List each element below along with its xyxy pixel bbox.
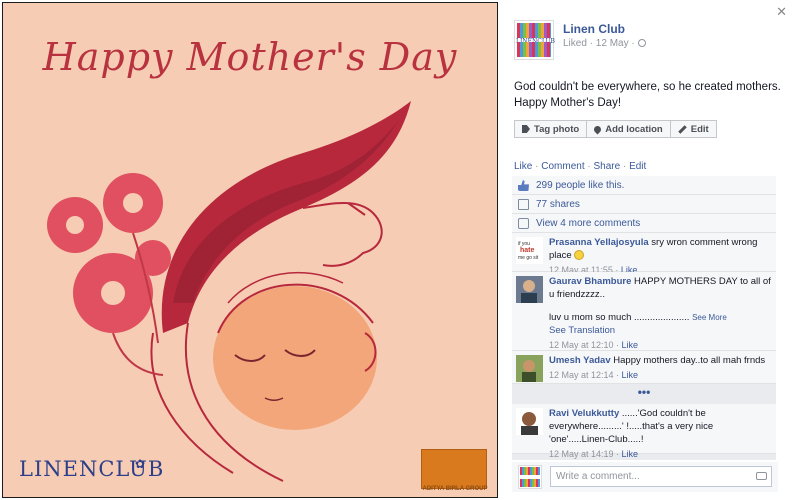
- commenter-name[interactable]: Prasanna Yellajosyula: [549, 237, 649, 248]
- post-meta-text: Liked · 12 May ·: [563, 38, 635, 49]
- shares-row[interactable]: 77 shares: [512, 195, 776, 214]
- page-name-link[interactable]: Linen Club: [563, 22, 625, 36]
- commenter-avatar[interactable]: [516, 276, 543, 303]
- post-meta: Liked · 12 May ·: [563, 38, 646, 49]
- commenter-avatar[interactable]: [516, 408, 543, 435]
- post-text: God couldn't be everywhere, so he create…: [514, 79, 786, 111]
- see-more-link[interactable]: See More: [692, 313, 727, 322]
- likes-count[interactable]: 299 people like this.: [536, 180, 624, 191]
- comment-timestamp: 12 May at 12:14 · Like: [549, 370, 639, 380]
- post-links: Like · Comment · Share · Edit: [514, 161, 647, 172]
- like-link[interactable]: Like: [514, 161, 532, 172]
- comment-composer: [512, 462, 778, 492]
- commenter-name[interactable]: Ravi Velukkutty: [549, 408, 619, 419]
- location-pin-icon: [592, 124, 603, 134]
- comment-item: if you hate me go sit Prasanna Yellajosyul…: [512, 233, 776, 275]
- page-avatar[interactable]: LINENCLUB: [514, 20, 555, 60]
- comment-timestamp: 12 May at 14:19 · Like: [549, 449, 639, 459]
- comment-item: Umesh Yadav Happy mothers day..to all ma…: [512, 351, 776, 384]
- globe-icon: [637, 39, 646, 47]
- frown-emoji-icon: [574, 250, 585, 260]
- commenter-name[interactable]: Umesh Yadav: [549, 355, 611, 366]
- likes-row[interactable]: 299 people like this.: [512, 176, 776, 195]
- svg-text:hate: hate: [520, 247, 535, 254]
- comments-panel: 299 people like this. 77 shares View 4 m…: [512, 176, 776, 460]
- commenter-avatar[interactable]: [516, 355, 543, 382]
- commenter-avatar[interactable]: if youhateme go sit: [516, 237, 543, 264]
- tag-photo-button[interactable]: Tag photo: [514, 120, 588, 138]
- thumbs-up-icon: [518, 180, 529, 191]
- comment-item: Gaurav Bhambure HAPPY MOTHERS DAY to all…: [512, 272, 776, 351]
- view-more-row[interactable]: View 4 more comments: [512, 214, 776, 233]
- comment-like-link[interactable]: Like: [622, 340, 639, 350]
- post-text-line: Happy Mother's Day!: [514, 97, 622, 109]
- comment-like-link[interactable]: Like: [622, 449, 639, 459]
- share-link[interactable]: Share: [594, 161, 621, 172]
- comment-item: Ravi Velukkutty ......'God couldn't be e…: [512, 404, 776, 459]
- comment-input[interactable]: [550, 466, 772, 487]
- comment-text-continued: luv u mom so much .....................: [549, 312, 690, 323]
- camera-icon[interactable]: [756, 472, 767, 480]
- my-avatar: [518, 465, 542, 489]
- post-side-panel: ✕ LINENCLUB Linen Club Liked · 12 May · …: [500, 0, 795, 500]
- tag-icon: [522, 125, 530, 133]
- post-photo[interactable]: Happy Mother's Day LINENCLUB ✿ ADITYA BI…: [2, 2, 498, 498]
- shares-count[interactable]: 77 shares: [536, 199, 580, 210]
- partner-logo: [421, 449, 487, 489]
- view-more-comments-link[interactable]: View 4 more comments: [536, 218, 640, 229]
- comment-link[interactable]: Comment: [541, 161, 584, 172]
- add-location-button[interactable]: Add location: [587, 120, 671, 138]
- partner-logo-text: ADITYA BIRLA GROUP: [422, 486, 488, 492]
- share-icon: [518, 199, 529, 210]
- edit-link[interactable]: Edit: [629, 161, 646, 172]
- comment-like-link[interactable]: Like: [622, 370, 639, 380]
- pencil-icon: [677, 124, 687, 134]
- edit-button[interactable]: Edit: [670, 120, 717, 138]
- see-translation-link[interactable]: See Translation: [549, 324, 772, 337]
- comment-bubble-icon: [518, 218, 529, 229]
- close-icon[interactable]: ✕: [776, 4, 787, 20]
- post-text-line: God couldn't be everywhere, so he create…: [514, 81, 781, 93]
- photo-title: Happy Mother's Day: [42, 35, 458, 79]
- svg-text:me go sit: me go sit: [518, 255, 539, 261]
- flower-icon: ✿: [135, 457, 146, 471]
- photo-actions: Tag photo Add location Edit: [514, 120, 717, 138]
- more-comments-indicator[interactable]: •••: [512, 384, 776, 404]
- comment-text: Happy mothers day..to all mah frnds: [613, 355, 766, 366]
- commenter-name[interactable]: Gaurav Bhambure: [549, 276, 631, 287]
